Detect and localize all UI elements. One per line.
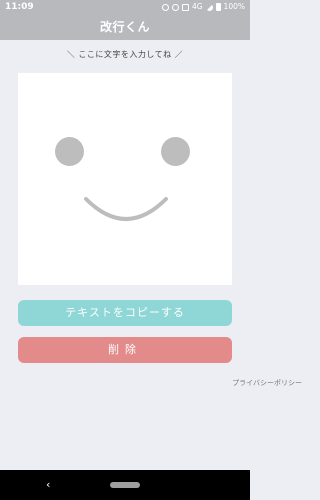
battery-icon <box>215 3 221 11</box>
eye-icon <box>171 3 179 11</box>
back-chevron-icon[interactable]: ‹ <box>46 478 50 491</box>
battery-percent: 100% <box>223 2 245 11</box>
status-icons: 4G 100% <box>161 0 245 14</box>
left-eye-icon <box>55 137 84 166</box>
alarm-icon <box>161 3 169 11</box>
wifi-icon <box>181 3 189 11</box>
status-bar: 11:09 4G 100% <box>0 0 250 14</box>
network-label: 4G <box>191 2 203 11</box>
smile-mouth-icon <box>84 197 168 221</box>
privacy-policy-link[interactable]: プライバシーポリシー <box>232 378 302 388</box>
copy-text-button[interactable]: テキストをコピーする <box>18 300 232 326</box>
right-eye-icon <box>161 137 190 166</box>
system-nav-bar: ‹ <box>0 470 250 500</box>
signal-icon <box>205 3 213 11</box>
app-title: 改行くん <box>0 14 250 40</box>
home-pill-icon[interactable] <box>110 482 140 488</box>
text-input-area[interactable] <box>18 73 232 285</box>
input-hint: ＼ ここに文字を入力してね ／ <box>66 50 184 59</box>
status-time: 11:09 <box>5 2 34 12</box>
delete-button[interactable]: 削除 <box>18 337 232 363</box>
